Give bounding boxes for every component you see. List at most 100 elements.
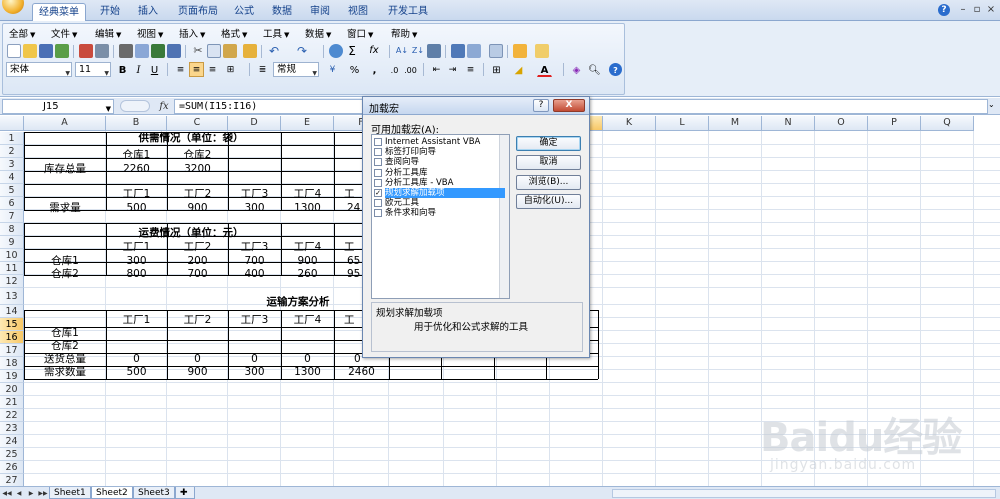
- drawing-icon[interactable]: [467, 44, 481, 58]
- spelling-icon[interactable]: [151, 44, 165, 58]
- ok-button[interactable]: 确定: [516, 136, 581, 151]
- increase-indent-icon[interactable]: ⇥: [445, 62, 460, 77]
- menu-data[interactable]: 数据 ▼: [305, 26, 331, 40]
- column-header-E[interactable]: E: [281, 116, 334, 131]
- tab-page-layout[interactable]: 页面布局: [172, 3, 224, 21]
- addins-listbox[interactable]: Internet Assistant VBA 标签打印向导 查阅向导 分析工具库 分析工…: [371, 134, 510, 299]
- tab-insert[interactable]: 插入: [132, 3, 164, 21]
- addin-list-item[interactable]: 欧元工具: [374, 198, 498, 208]
- row-header-13[interactable]: 13: [0, 288, 24, 305]
- number-format-select[interactable]: 常规 ▼: [273, 62, 319, 77]
- format-painter-icon[interactable]: [243, 44, 257, 58]
- column-header-D[interactable]: D: [228, 116, 281, 131]
- row-header-11[interactable]: 11: [0, 262, 24, 275]
- tab-view[interactable]: 视图: [342, 3, 374, 21]
- cancel-button[interactable]: 取消: [516, 155, 581, 170]
- addin-checkbox[interactable]: [374, 158, 382, 167]
- horizontal-scrollbar[interactable]: [612, 489, 996, 498]
- column-header-K[interactable]: K: [603, 116, 656, 131]
- tab-data[interactable]: 数据: [266, 3, 298, 21]
- align-left-icon[interactable]: ≡: [173, 62, 188, 77]
- last-sheet-icon[interactable]: ▶▶: [38, 489, 48, 498]
- merge-center-icon[interactable]: ⊞: [223, 62, 238, 77]
- addin-checkbox[interactable]: [374, 148, 382, 157]
- dialog-title-bar[interactable]: 加载宏 ? X: [363, 97, 589, 115]
- percent-button[interactable]: %: [347, 62, 362, 77]
- menu-help[interactable]: 帮助 ▼: [391, 26, 417, 40]
- office-button[interactable]: [0, 0, 28, 20]
- row-header-12[interactable]: 12: [0, 275, 24, 288]
- function-icon[interactable]: fx: [367, 44, 381, 58]
- listbox-scrollbar[interactable]: [499, 135, 509, 298]
- row-header-15[interactable]: 15: [0, 318, 24, 331]
- email-icon[interactable]: [95, 44, 109, 58]
- prev-sheet-icon[interactable]: ◀: [14, 489, 24, 498]
- restore-icon[interactable]: ▫: [970, 3, 984, 17]
- automation-button[interactable]: 自动化(U)...: [516, 194, 581, 209]
- tab-classic-menu[interactable]: 经典菜单: [32, 3, 86, 21]
- column-header-Q[interactable]: Q: [921, 116, 974, 131]
- first-sheet-icon[interactable]: ◀◀: [2, 489, 12, 498]
- row-header-21[interactable]: 21: [0, 396, 24, 409]
- menu-tools[interactable]: 工具 ▼: [263, 26, 289, 40]
- row-header-5[interactable]: 5: [0, 184, 24, 197]
- hyperlink-icon[interactable]: [329, 44, 343, 58]
- column-header-M[interactable]: M: [709, 116, 762, 131]
- next-sheet-icon[interactable]: ▶: [26, 489, 36, 498]
- tab-developer[interactable]: 开发工具: [382, 3, 434, 21]
- addin-checkbox[interactable]: [374, 178, 382, 187]
- save-icon[interactable]: [39, 44, 53, 58]
- tab-formulas[interactable]: 公式: [228, 3, 260, 21]
- addin-icon[interactable]: [513, 44, 527, 58]
- currency-icon[interactable]: ¥: [325, 62, 340, 77]
- row-header-4[interactable]: 4: [0, 171, 24, 184]
- row-header-18[interactable]: 18: [0, 357, 24, 370]
- bold-button[interactable]: B: [115, 62, 130, 77]
- italic-button[interactable]: I: [131, 62, 146, 77]
- row-header-14[interactable]: 14: [0, 305, 24, 318]
- menu-file[interactable]: 文件 ▼: [51, 26, 77, 40]
- cut-icon[interactable]: ✂: [191, 44, 205, 58]
- undo-icon[interactable]: ↶: [267, 44, 281, 58]
- column-header-A[interactable]: A: [24, 116, 106, 131]
- menu-all[interactable]: 全部 ▼: [9, 26, 35, 40]
- menu-edit[interactable]: 编辑 ▼: [95, 26, 121, 40]
- column-header-P[interactable]: P: [868, 116, 921, 131]
- insert-function-button[interactable]: fx: [156, 99, 172, 114]
- zoom-icon[interactable]: 🔍︎: [587, 62, 602, 77]
- copy-icon[interactable]: [207, 44, 221, 58]
- font-color-icon[interactable]: A: [537, 62, 552, 77]
- row-header-24[interactable]: 24: [0, 435, 24, 448]
- addin-list-item[interactable]: 条件求和向导: [374, 208, 498, 218]
- indent-icon[interactable]: ≡: [463, 62, 478, 77]
- row-header-10[interactable]: 10: [0, 249, 24, 262]
- align-center-icon[interactable]: ≡: [189, 62, 204, 77]
- redo-icon[interactable]: ↷: [295, 44, 309, 58]
- addin-list-item[interactable]: 分析工具库: [374, 168, 498, 178]
- comma-button[interactable]: ,: [367, 62, 382, 77]
- new-icon[interactable]: [7, 44, 21, 58]
- row-header-23[interactable]: 23: [0, 422, 24, 435]
- addin-checkbox[interactable]: [374, 138, 382, 146]
- row-header-9[interactable]: 9: [0, 236, 24, 249]
- tab-home[interactable]: 开始: [94, 3, 126, 21]
- row-header-26[interactable]: 26: [0, 461, 24, 474]
- borders-icon[interactable]: ⊞: [489, 62, 504, 77]
- select-all-corner[interactable]: [0, 116, 24, 131]
- preview-icon[interactable]: [135, 44, 149, 58]
- table-icon[interactable]: [489, 44, 503, 58]
- column-header-C[interactable]: C: [167, 116, 228, 131]
- help-icon[interactable]: ?: [938, 4, 950, 16]
- minimize-icon[interactable]: –: [956, 3, 970, 17]
- menu-view[interactable]: 视图 ▼: [137, 26, 163, 40]
- research-icon[interactable]: [167, 44, 181, 58]
- row-header-2[interactable]: 2: [0, 145, 24, 158]
- addin-list-item[interactable]: 查阅向导: [374, 157, 498, 167]
- paste-icon[interactable]: [223, 44, 237, 58]
- sheet-tab-sheet1[interactable]: Sheet1: [49, 487, 91, 499]
- row-header-19[interactable]: 19: [0, 370, 24, 383]
- autosum-icon[interactable]: Σ: [345, 44, 359, 58]
- wrap-text-icon[interactable]: ≣: [255, 62, 270, 77]
- fill-color-icon[interactable]: ◢: [511, 62, 526, 77]
- decrease-decimal-icon[interactable]: .00: [403, 62, 418, 77]
